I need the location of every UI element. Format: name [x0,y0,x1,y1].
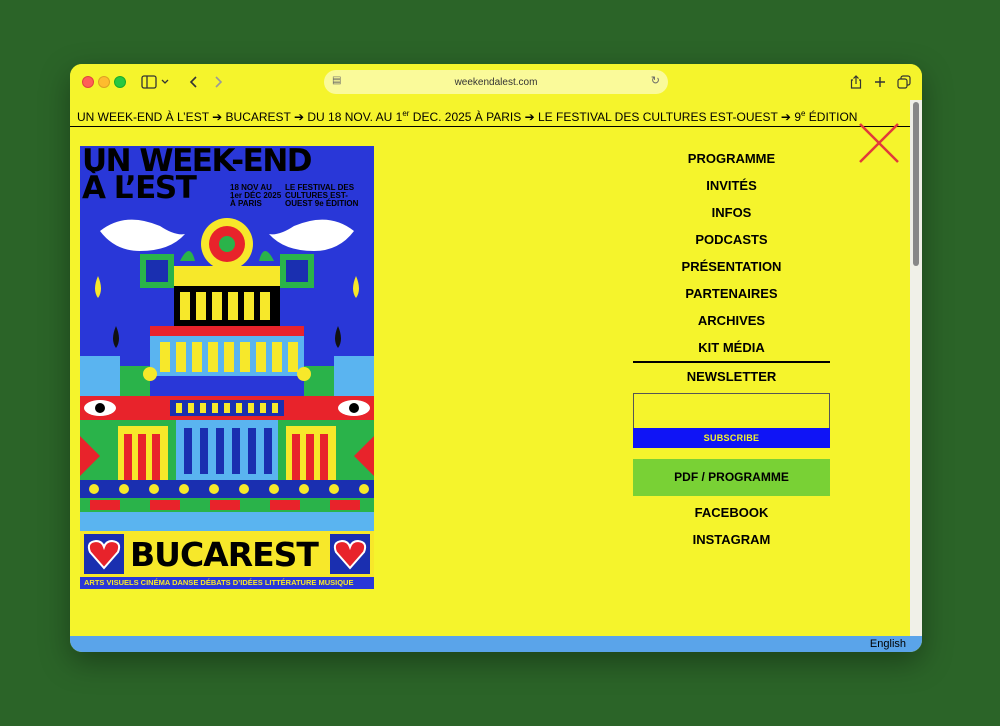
plus-icon [875,77,885,87]
scrollbar-thumb[interactable] [913,102,919,266]
forward-button[interactable] [208,70,228,94]
newsletter-title: NEWSLETTER [686,369,777,384]
menu-divider [633,361,830,363]
chevron-right-icon [215,76,223,88]
ticker-text-2: DEC. 2025 À PARIS ➔ LE FESTIVAL DES CULT… [409,110,801,124]
minimize-window-button[interactable] [98,76,110,88]
share-icon [850,75,862,89]
browser-window: ▤ weekendalest.com ↻ UN WEEK-END À L’EST… [70,64,922,652]
address-bar[interactable]: ▤ weekendalest.com ↻ [324,70,668,94]
vertical-scrollbar[interactable] [910,100,922,636]
newsletter-email-input[interactable] [633,393,830,428]
menu-item-podcasts[interactable]: PODCASTS [633,229,830,256]
url-text: weekendalest.com [454,76,538,88]
tabs-icon [897,75,911,89]
menu-item-archives[interactable]: ARCHIVES [633,310,830,337]
menu-item-presentation[interactable]: PRÉSENTATION [633,256,830,283]
festival-poster[interactable]: UN WEEK-END À L’EST 18 NOV AU 1er DÉC 20… [80,146,374,589]
sidebar-toggle-button[interactable] [134,70,178,94]
menu-item-invites[interactable]: INVITÉS [633,175,830,202]
chevron-left-icon [189,76,197,88]
ticker-text-1: UN WEEK-END À L’EST ➔ BUCAREST ➔ DU 18 N… [77,110,403,124]
subscribe-button[interactable]: SUBSCRIBE [633,428,830,448]
menu-item-partenaires[interactable]: PARTENAIRES [633,283,830,310]
heart-left-icon [84,534,124,574]
poster-date: 18 NOV AU 1er DÉC 2025 À PARIS [230,183,282,208]
language-switch-link[interactable]: English [870,638,906,650]
zoom-window-button[interactable] [114,76,126,88]
tab-overview-button[interactable] [894,70,914,94]
page-icon: ▤ [332,75,342,86]
facebook-link[interactable]: FACEBOOK [633,499,830,526]
menu-item-infos[interactable]: INFOS [633,202,830,229]
reload-icon[interactable]: ↻ [651,74,660,87]
heart-right-icon [330,534,370,574]
ticker-text-3: ÉDITION [805,110,858,124]
footer-bar: English [70,636,922,652]
poster-festival-text: LE FESTIVAL DES CULTURES EST-OUEST 9e ÉD… [285,183,359,208]
sidebar-icon [141,75,169,89]
poster-city-name: BUCAREST [130,535,319,574]
poster-artwork [80,218,374,533]
share-button[interactable] [846,70,866,94]
poster-city-banner: BUCAREST [80,531,374,577]
close-menu-icon[interactable] [858,122,900,164]
pdf-programme-button[interactable]: PDF / PROGRAMME [633,459,830,496]
main-menu: PROGRAMME INVITÉS INFOS PODCASTS PRÉSENT… [633,148,830,553]
menu-item-programme[interactable]: PROGRAMME [633,148,830,175]
poster-disciplines: ARTS VISUELS CINÉMA DANSE DÉBATS D’IDÉES… [80,577,374,589]
announcement-ticker: UN WEEK-END À L’EST ➔ BUCAREST ➔ DU 18 N… [70,100,910,127]
menu-item-kit-media[interactable]: KIT MÉDIA [633,337,830,364]
close-window-button[interactable] [82,76,94,88]
browser-toolbar: ▤ weekendalest.com ↻ [70,64,922,100]
new-tab-button[interactable] [870,70,890,94]
back-button[interactable] [184,70,204,94]
instagram-link[interactable]: INSTAGRAM [633,526,830,553]
